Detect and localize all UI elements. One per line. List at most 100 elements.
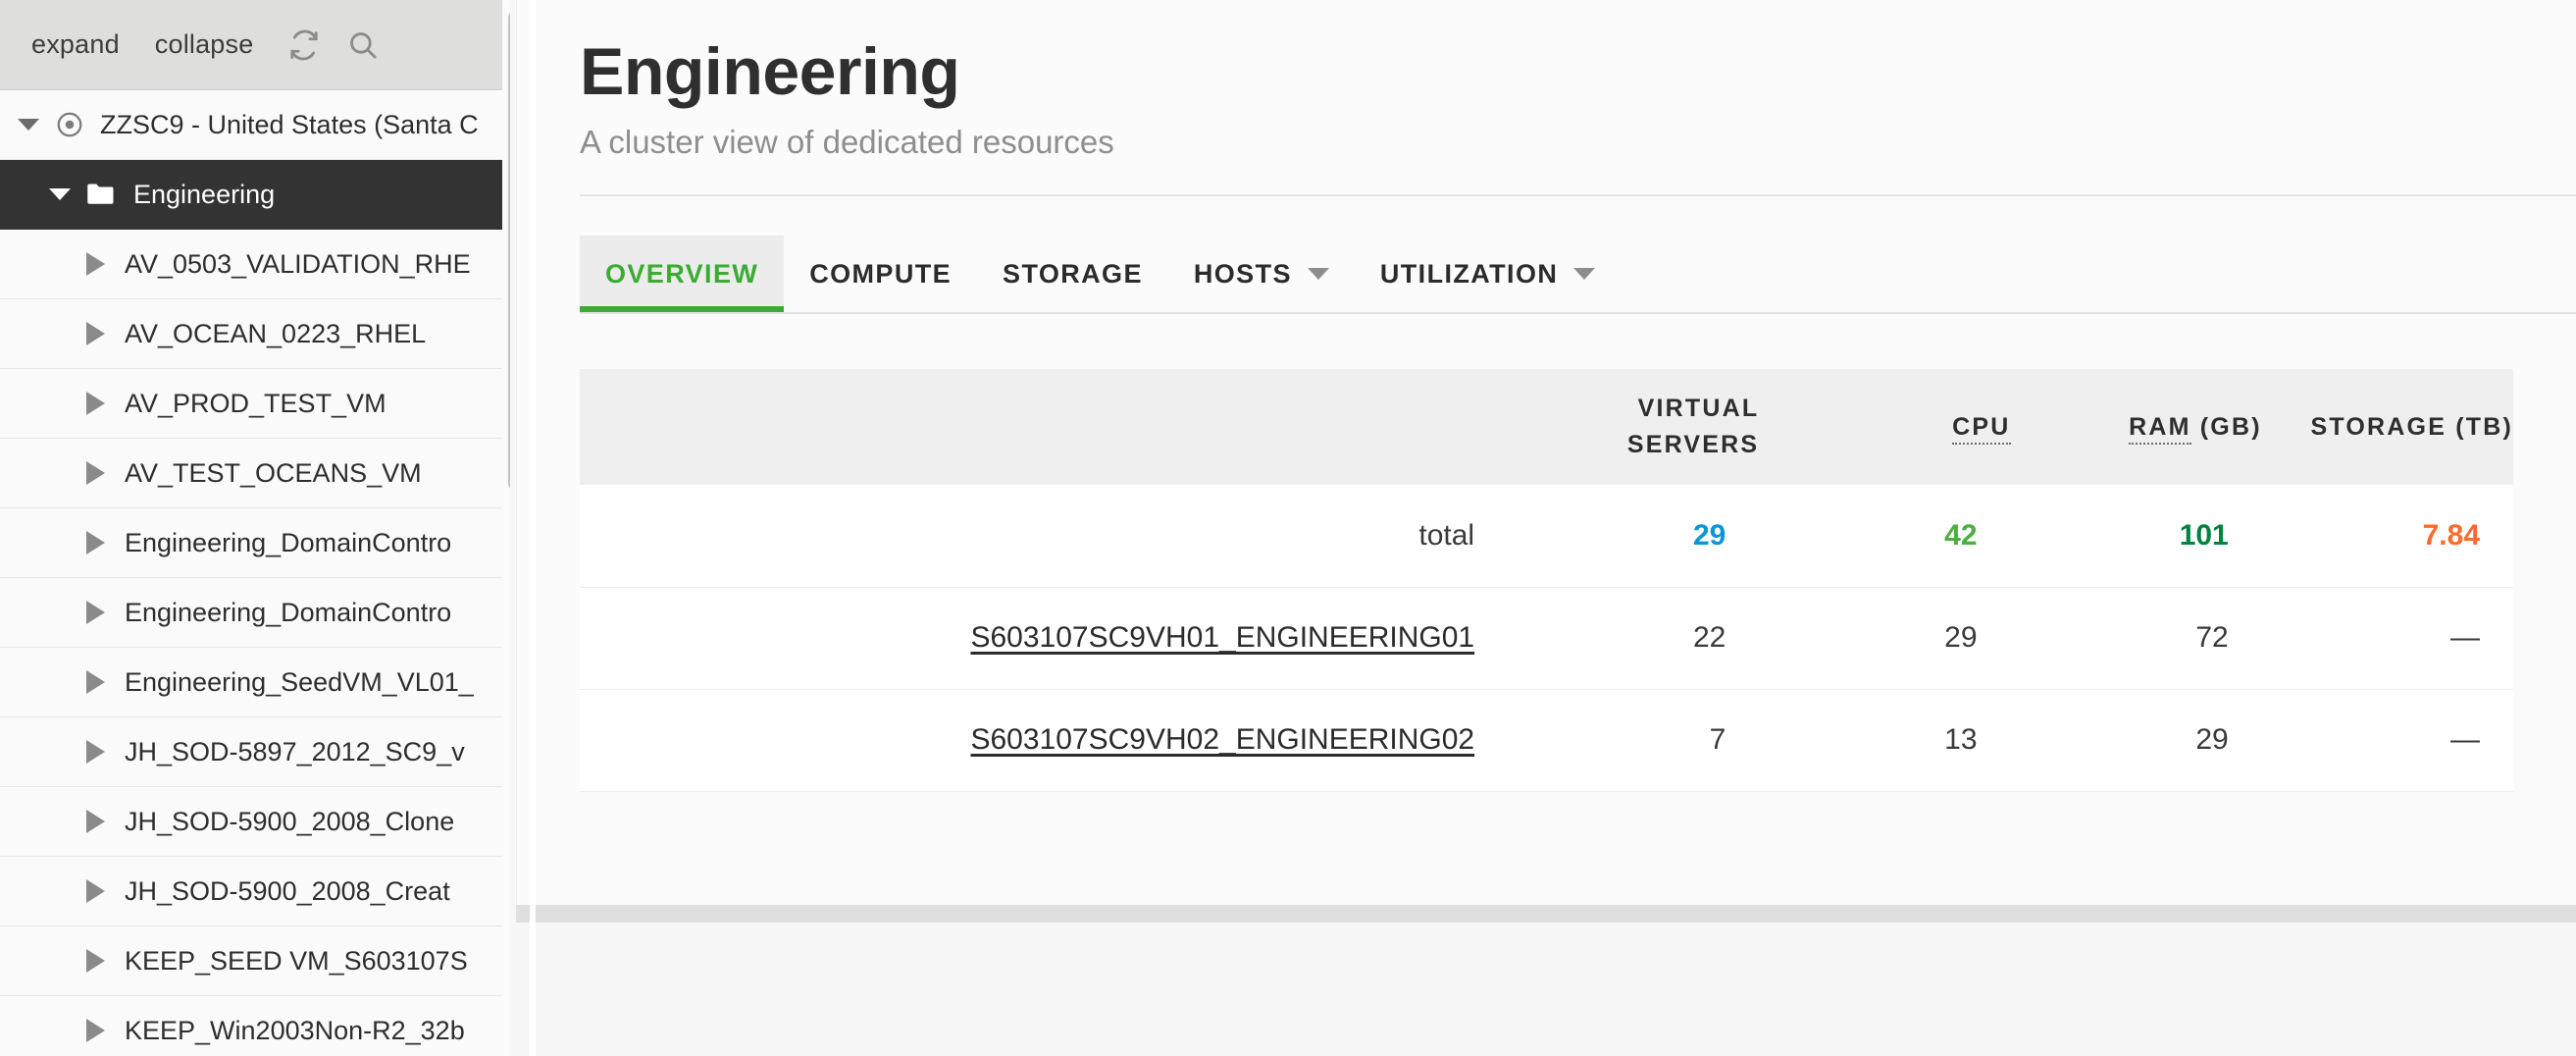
sidebar-scrollbar-thumb[interactable]: [508, 10, 510, 491]
cell-cpu: 13: [1944, 723, 1978, 757]
chevron-right-icon[interactable]: [86, 322, 105, 345]
tree-item-label: JH_SOD-5900_2008_Creat: [125, 875, 450, 906]
tree-item-vm[interactable]: Engineering_SeedVM_VL01_: [0, 648, 510, 717]
chevron-right-icon[interactable]: [86, 252, 105, 276]
tree-item-vm[interactable]: KEEP_Win2003Non-R2_32b: [0, 996, 510, 1056]
chevron-right-icon[interactable]: [86, 601, 105, 624]
tab-active-indicator: [1355, 306, 1621, 312]
tree-item-label: Engineering_SeedVM_VL01_: [125, 666, 474, 697]
refresh-icon[interactable]: [279, 20, 330, 71]
datacenter-icon: [55, 110, 84, 139]
host-link[interactable]: S603107SC9VH01_ENGINEERING01: [970, 621, 1474, 654]
header-ram-label: RAM: [2129, 412, 2191, 445]
tree-item-vm[interactable]: AV_OCEAN_0223_RHEL: [0, 299, 510, 369]
chevron-down-icon[interactable]: [1573, 268, 1596, 281]
expand-button[interactable]: expand: [14, 29, 137, 60]
app-root: expand collapse ZZSC9 - United States (S…: [0, 0, 2576, 1056]
host-name-cell: S603107SC9VH02_ENGINEERING02: [580, 689, 1508, 791]
tab-bar: OVERVIEW COMPUTE STORAGE HOSTS UTILIZATI…: [580, 236, 2576, 313]
sidebar-toolbar: expand collapse: [0, 0, 510, 90]
chevron-right-icon[interactable]: [86, 670, 105, 694]
footer-background: [516, 923, 2576, 1056]
total-virtual-servers: 29: [1692, 518, 1726, 552]
tree-item-label: Engineering: [133, 179, 276, 209]
tab-compute[interactable]: COMPUTE: [784, 236, 977, 312]
tree-item-label: Engineering_DomainContro: [125, 597, 452, 627]
tree-item-vm[interactable]: AV_PROD_TEST_VM: [0, 369, 510, 439]
tree-item-vm[interactable]: Engineering_DomainContro: [0, 578, 510, 648]
tree-item-vm[interactable]: Engineering_DomainContro: [0, 508, 510, 578]
chevron-down-icon[interactable]: [1307, 268, 1329, 281]
chevron-right-icon[interactable]: [86, 740, 105, 764]
tab-label: COMPUTE: [809, 258, 953, 289]
cell-ram: 29: [2195, 723, 2229, 757]
chevron-right-icon[interactable]: [86, 531, 105, 554]
tab-label: OVERVIEW: [605, 258, 759, 289]
cell-storage: —: [2450, 723, 2480, 757]
tree-item-label: KEEP_Win2003Non-R2_32b: [125, 1015, 465, 1045]
chevron-right-icon[interactable]: [86, 810, 105, 833]
folder-icon: [86, 182, 116, 207]
header-cpu[interactable]: CPU: [1759, 369, 2011, 485]
tree-item-vm[interactable]: AV_TEST_OCEANS_VM: [0, 439, 510, 508]
chevron-right-icon[interactable]: [86, 461, 105, 485]
table-header: VIRTUAL SERVERS CPU RAM (GB) STORAGE (TB…: [580, 369, 2513, 486]
chevron-right-icon[interactable]: [86, 1019, 105, 1042]
chevron-down-icon[interactable]: [49, 188, 71, 200]
header-ram[interactable]: RAM (GB): [2011, 369, 2262, 485]
tab-active-indicator: [784, 306, 977, 312]
chevron-right-icon[interactable]: [86, 879, 105, 903]
tree-item-label: JH_SOD-5897_2012_SC9_v: [125, 736, 465, 766]
cell-virtual-servers: 22: [1692, 621, 1726, 655]
content-card: Engineering A cluster view of dedicated …: [516, 0, 2576, 905]
tab-active-indicator: [977, 306, 1168, 312]
tree-item-label: AV_PROD_TEST_VM: [125, 388, 386, 418]
table-row: S603107SC9VH01_ENGINEERING01 22 29 72 —: [580, 587, 2513, 690]
tab-overview[interactable]: OVERVIEW: [580, 236, 785, 313]
search-icon[interactable]: [337, 20, 388, 71]
footer-divider-band: [516, 905, 2576, 923]
chevron-right-icon[interactable]: [86, 949, 105, 973]
tree-item-label: AV_TEST_OCEANS_VM: [125, 457, 422, 488]
total-ram: 101: [2179, 518, 2229, 552]
tab-active-indicator: [1168, 306, 1355, 312]
collapse-button[interactable]: collapse: [137, 29, 272, 60]
tree-item-label: KEEP_SEED VM_S603107S: [125, 945, 468, 976]
table-body: total 29 42 101 7.84 S603107SC9VH01_ENGI…: [580, 485, 2513, 792]
tree-item-vm[interactable]: JH_SOD-5897_2012_SC9_v: [0, 717, 510, 787]
tree-item-vm[interactable]: JH_SOD-5900_2008_Creat: [0, 857, 510, 926]
cell-ram: 72: [2195, 621, 2229, 655]
page-title: Engineering: [580, 34, 960, 109]
chevron-down-icon[interactable]: [18, 119, 39, 131]
tree-item-datacenter[interactable]: ZZSC9 - United States (Santa C: [0, 90, 510, 160]
tree-item-label: AV_OCEAN_0223_RHEL: [125, 318, 427, 348]
main-panel: Engineering A cluster view of dedicated …: [510, 0, 2576, 1056]
host-name-cell: S603107SC9VH01_ENGINEERING01: [580, 587, 1508, 689]
resource-tree: ZZSC9 - United States (Santa C Engineeri…: [0, 90, 510, 1056]
tab-label: HOSTS: [1193, 258, 1292, 289]
tab-divider: [580, 312, 2576, 315]
cell-virtual-servers: 7: [1709, 723, 1726, 757]
tree-item-vm[interactable]: JH_SOD-5900_2008_Clone: [0, 787, 510, 857]
tab-utilization[interactable]: UTILIZATION: [1355, 236, 1621, 312]
tree-item-vm[interactable]: AV_0503_VALIDATION_RHE: [0, 230, 510, 299]
table-row-total: total 29 42 101 7.84: [580, 485, 2513, 588]
tree-item-label: AV_0503_VALIDATION_RHE: [125, 248, 471, 279]
resources-table-wrap: VIRTUAL SERVERS CPU RAM (GB) STORAGE (TB…: [580, 369, 2576, 792]
tab-hosts[interactable]: HOSTS: [1168, 236, 1355, 312]
tab-storage[interactable]: STORAGE: [977, 236, 1168, 312]
header-ram-suffix: (GB): [2190, 412, 2262, 441]
header-virtual-servers-line1: VIRTUAL: [1637, 394, 1760, 422]
tree-item-engineering[interactable]: Engineering: [0, 160, 510, 230]
chevron-right-icon[interactable]: [86, 392, 105, 415]
resources-table: VIRTUAL SERVERS CPU RAM (GB) STORAGE (TB…: [580, 369, 2513, 792]
panel-separator: [530, 0, 536, 1056]
page-subtitle: A cluster view of dedicated resources: [580, 124, 1114, 161]
tree-item-vm[interactable]: KEEP_SEED VM_S603107S: [0, 926, 510, 996]
host-link[interactable]: S603107SC9VH02_ENGINEERING02: [970, 723, 1474, 756]
sidebar-panel: expand collapse ZZSC9 - United States (S…: [0, 0, 510, 1056]
header-virtual-servers: VIRTUAL SERVERS: [1508, 369, 1759, 485]
tree-item-label: Engineering_DomainContro: [125, 527, 452, 557]
total-storage: 7.84: [2422, 518, 2480, 552]
tree-item-label: JH_SOD-5900_2008_Clone: [125, 806, 455, 836]
